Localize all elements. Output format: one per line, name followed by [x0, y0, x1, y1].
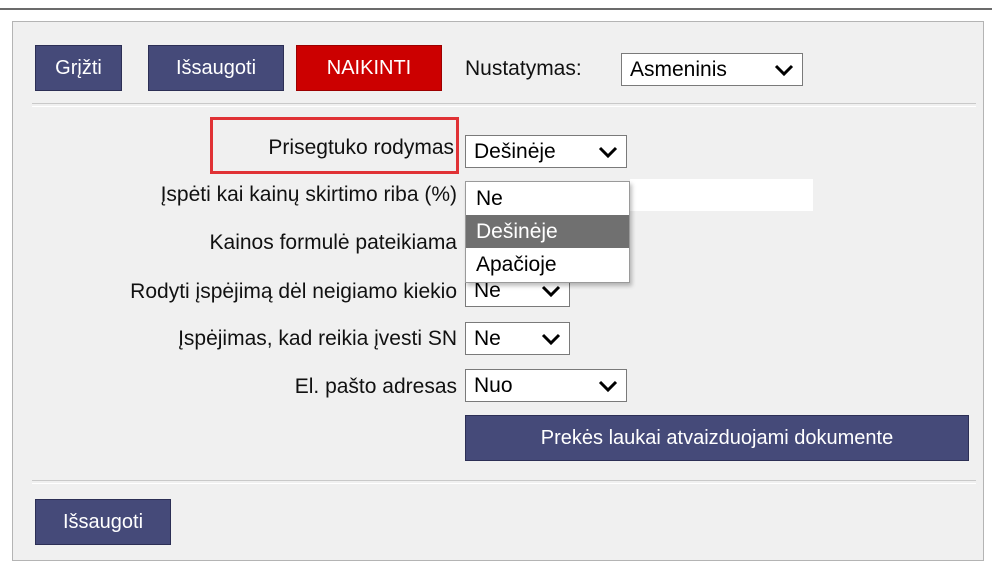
chevron-down-icon	[598, 380, 618, 392]
item-fields-button[interactable]: Prekės laukai atvaizduojami dokumente	[465, 415, 969, 461]
chevron-down-icon	[541, 285, 561, 297]
price-diff-input[interactable]	[630, 179, 813, 211]
delete-button[interactable]: NAIKINTI	[296, 45, 442, 91]
attachment-display-value: Dešinėje	[474, 139, 556, 163]
dropdown-option-apacioje[interactable]: Apačioje	[466, 248, 629, 281]
back-button[interactable]: Grįžti	[35, 45, 122, 91]
field-label-serial-number: Įspėjimas, kad reikia įvesti SN	[178, 327, 457, 350]
serial-number-select[interactable]: Ne	[465, 322, 570, 355]
chevron-down-icon	[774, 64, 794, 76]
settings-select-value: Asmeninis	[630, 57, 727, 81]
highlight-annotation	[210, 117, 459, 174]
divider	[32, 103, 976, 107]
attachment-dropdown-list: Ne Dešinėje Apačioje	[465, 181, 630, 283]
chevron-down-icon	[598, 146, 618, 158]
field-label-price-diff: Įspėti kai kainų skirtimo riba (%)	[160, 183, 457, 206]
field-label-price-formula: Kainos formulė pateikiama	[209, 231, 457, 254]
serial-number-value: Ne	[474, 326, 501, 350]
field-label-email: El. pašto adresas	[294, 375, 457, 398]
email-address-select[interactable]: Nuo	[465, 369, 627, 402]
field-label-negative-qty: Rodyti įspėjimą dėl neigiamo kiekio	[130, 280, 457, 303]
dropdown-option-ne[interactable]: Ne	[466, 182, 629, 215]
settings-label: Nustatymas:	[465, 57, 582, 80]
email-address-value: Nuo	[474, 373, 513, 397]
chevron-down-icon	[541, 333, 561, 345]
dropdown-option-desineje[interactable]: Dešinėje	[466, 215, 629, 248]
attachment-display-select[interactable]: Dešinėje	[465, 135, 627, 168]
footer-save-button[interactable]: Išsaugoti	[35, 499, 171, 545]
top-border	[0, 8, 992, 10]
settings-select[interactable]: Asmeninis	[621, 53, 803, 86]
save-button[interactable]: Išsaugoti	[148, 45, 284, 91]
divider	[32, 480, 976, 484]
